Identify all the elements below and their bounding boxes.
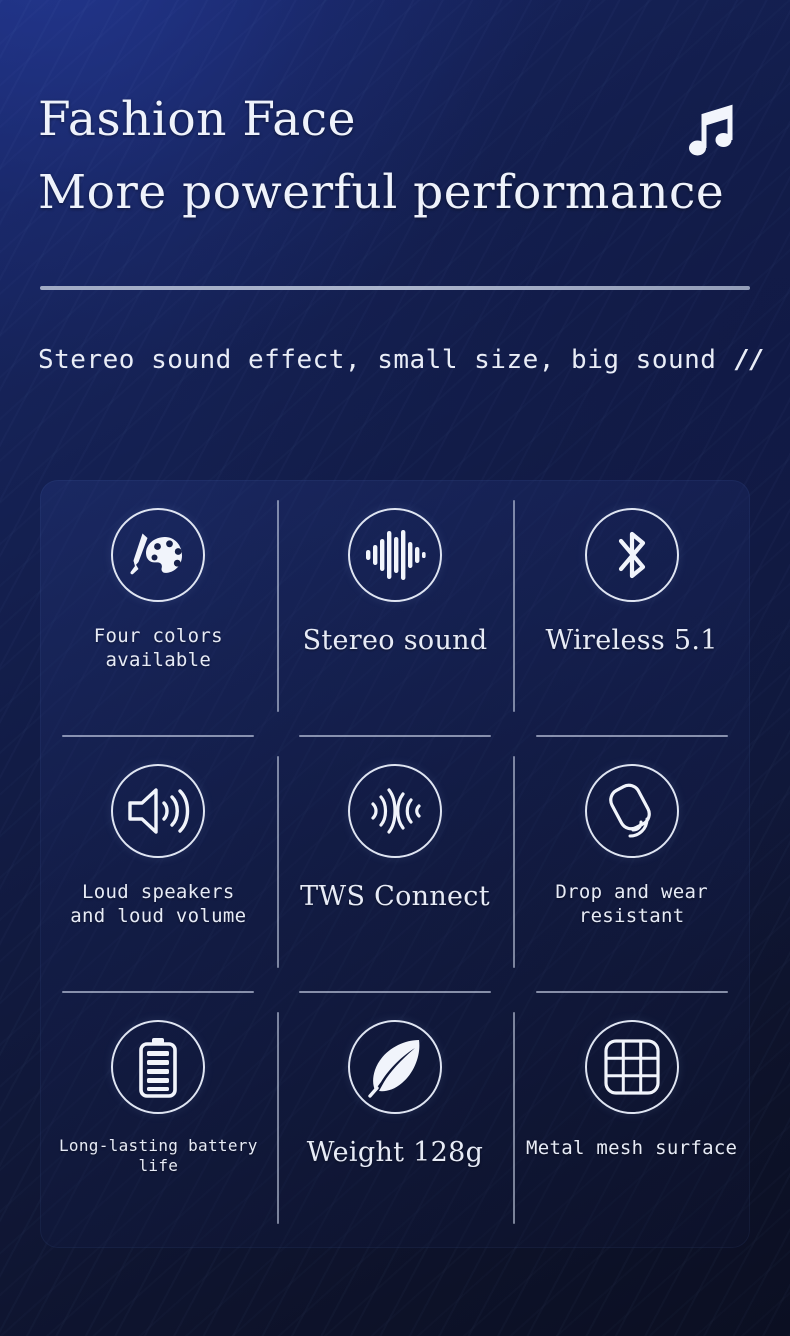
feature-label: Four colors available <box>93 625 223 672</box>
tws-connect-icon <box>347 764 442 858</box>
bluetooth-icon <box>584 508 679 602</box>
row-divider <box>536 991 728 993</box>
feature-cell-loud-speakers[interactable]: Loud speakers and loud volume <box>40 736 277 992</box>
page-subtitle: More powerful performance <box>38 165 725 220</box>
tagline-text: Stereo sound effect, small size, big sou… <box>38 345 717 375</box>
row-divider <box>299 735 491 737</box>
tagline-slashes: // <box>734 345 764 375</box>
feature-label: Metal mesh surface <box>526 1137 738 1159</box>
feature-grid: Four colors available Stereo sound Wirel… <box>40 480 750 1248</box>
column-divider <box>277 756 279 968</box>
column-divider <box>513 500 515 712</box>
feature-label: Stereo sound <box>302 625 488 656</box>
music-note-icon <box>689 104 733 156</box>
drop-resistant-icon <box>584 764 679 858</box>
header-divider <box>40 286 750 290</box>
feature-label: TWS Connect <box>300 881 490 912</box>
column-divider <box>513 1012 515 1224</box>
feature-cell-weight[interactable]: Weight 128g <box>277 992 514 1248</box>
metal-mesh-icon <box>584 1020 679 1114</box>
row-divider <box>299 991 491 993</box>
tagline: Stereo sound effect, small size, big sou… <box>38 345 765 375</box>
feature-cell-four-colors[interactable]: Four colors available <box>40 480 277 736</box>
feature-cell-battery[interactable]: Long-lasting battery life <box>40 992 277 1248</box>
feature-label: Drop and wear resistant <box>555 881 708 928</box>
row-divider <box>536 735 728 737</box>
feature-cell-metal-mesh[interactable]: Metal mesh surface <box>513 992 750 1248</box>
feature-cell-tws-connect[interactable]: TWS Connect <box>277 736 514 992</box>
feature-label: Loud speakers and loud volume <box>70 881 247 928</box>
feather-icon <box>347 1020 442 1114</box>
product-feature-poster: Fashion Face More powerful performance S… <box>0 0 790 1336</box>
feature-cell-wireless[interactable]: Wireless 5.1 <box>513 480 750 736</box>
loud-speaker-icon <box>111 764 206 858</box>
feature-panel: Four colors available Stereo sound Wirel… <box>40 480 750 1248</box>
feature-label: Long-lasting battery life <box>59 1136 258 1176</box>
header: Fashion Face More powerful performance <box>38 96 752 216</box>
page-title: Fashion Face <box>38 92 356 147</box>
row-divider <box>62 735 254 737</box>
feature-label: Wireless 5.1 <box>545 625 718 656</box>
column-divider <box>277 1012 279 1224</box>
feature-label: Weight 128g <box>306 1137 484 1168</box>
battery-icon <box>111 1020 206 1114</box>
column-divider <box>513 756 515 968</box>
column-divider <box>277 500 279 712</box>
row-divider <box>62 991 254 993</box>
feature-cell-drop-resistant[interactable]: Drop and wear resistant <box>513 736 750 992</box>
feature-cell-stereo-sound[interactable]: Stereo sound <box>277 480 514 736</box>
color-palette-icon <box>111 508 206 602</box>
sound-waveform-icon <box>347 508 442 602</box>
